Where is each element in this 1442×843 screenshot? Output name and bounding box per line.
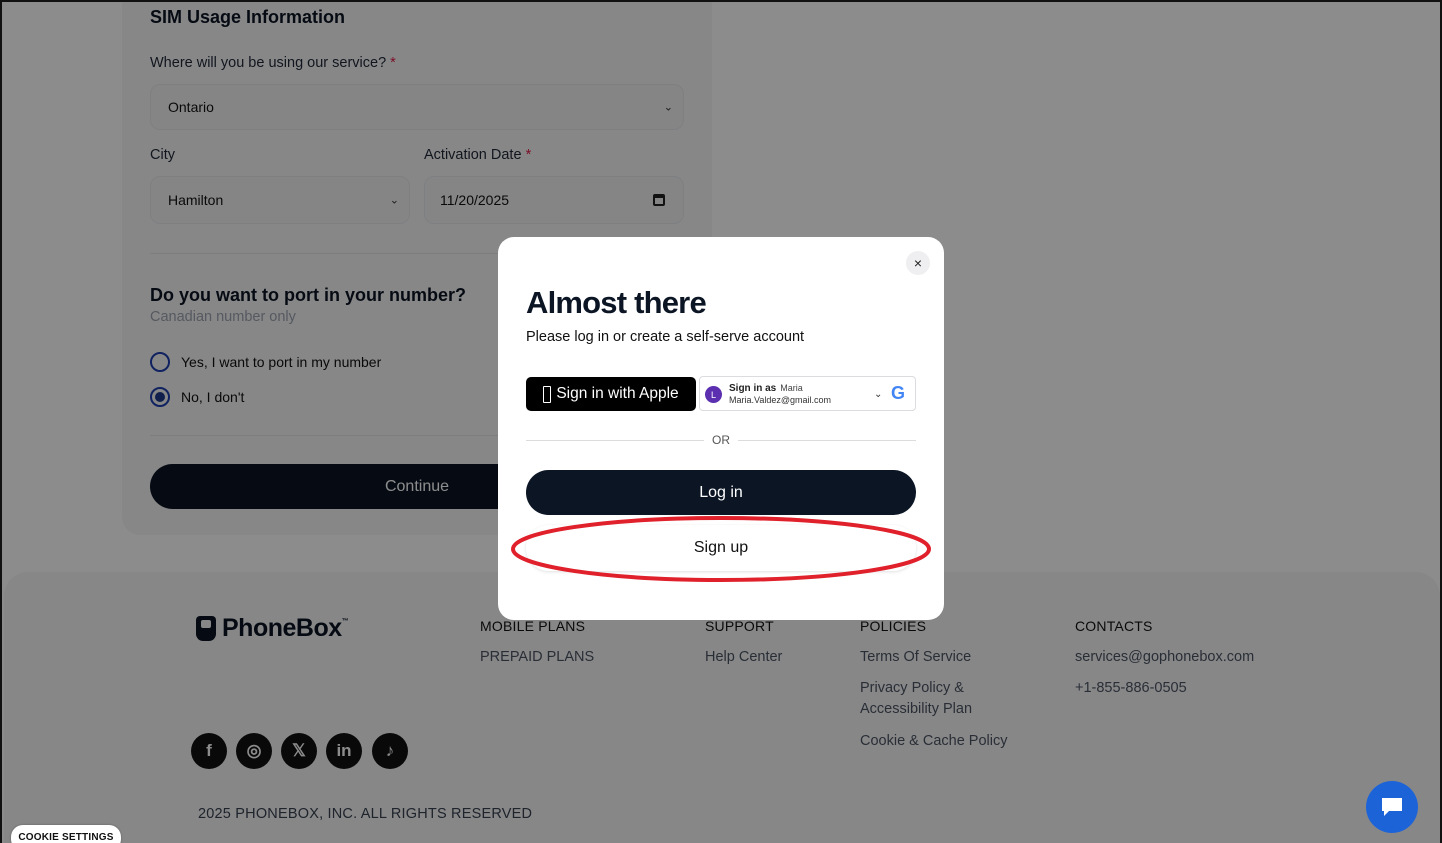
- google-sign-in-button[interactable]: L Sign in as Maria Maria.Valdez@gmail.com…: [699, 376, 916, 411]
- google-account-email: Maria.Valdez@gmail.com: [729, 395, 832, 405]
- avatar: L: [705, 386, 722, 403]
- google-signin-as: Sign in as Maria: [729, 383, 803, 394]
- cookie-settings-button[interactable]: COOKIE SETTINGS: [11, 825, 121, 843]
- google-icon: G: [891, 383, 906, 403]
- modal-title: Almost there: [526, 285, 707, 320]
- chevron-down-icon: ⌄: [874, 389, 883, 400]
- apple-icon: [543, 385, 552, 403]
- apple-button-label: Sign in with Apple: [556, 385, 679, 402]
- log-in-button[interactable]: Log in: [526, 470, 916, 515]
- highlight-annotation: [511, 516, 931, 582]
- or-divider: OR: [526, 433, 916, 447]
- close-icon[interactable]: ×: [906, 251, 930, 275]
- chat-icon: [1382, 798, 1402, 816]
- sign-in-with-apple-button[interactable]: Sign in with Apple: [526, 377, 696, 411]
- modal-subtitle: Please log in or create a self-serve acc…: [526, 329, 805, 345]
- chat-button[interactable]: [1366, 781, 1418, 833]
- page: SIM Usage Information Where will you be …: [0, 0, 1442, 843]
